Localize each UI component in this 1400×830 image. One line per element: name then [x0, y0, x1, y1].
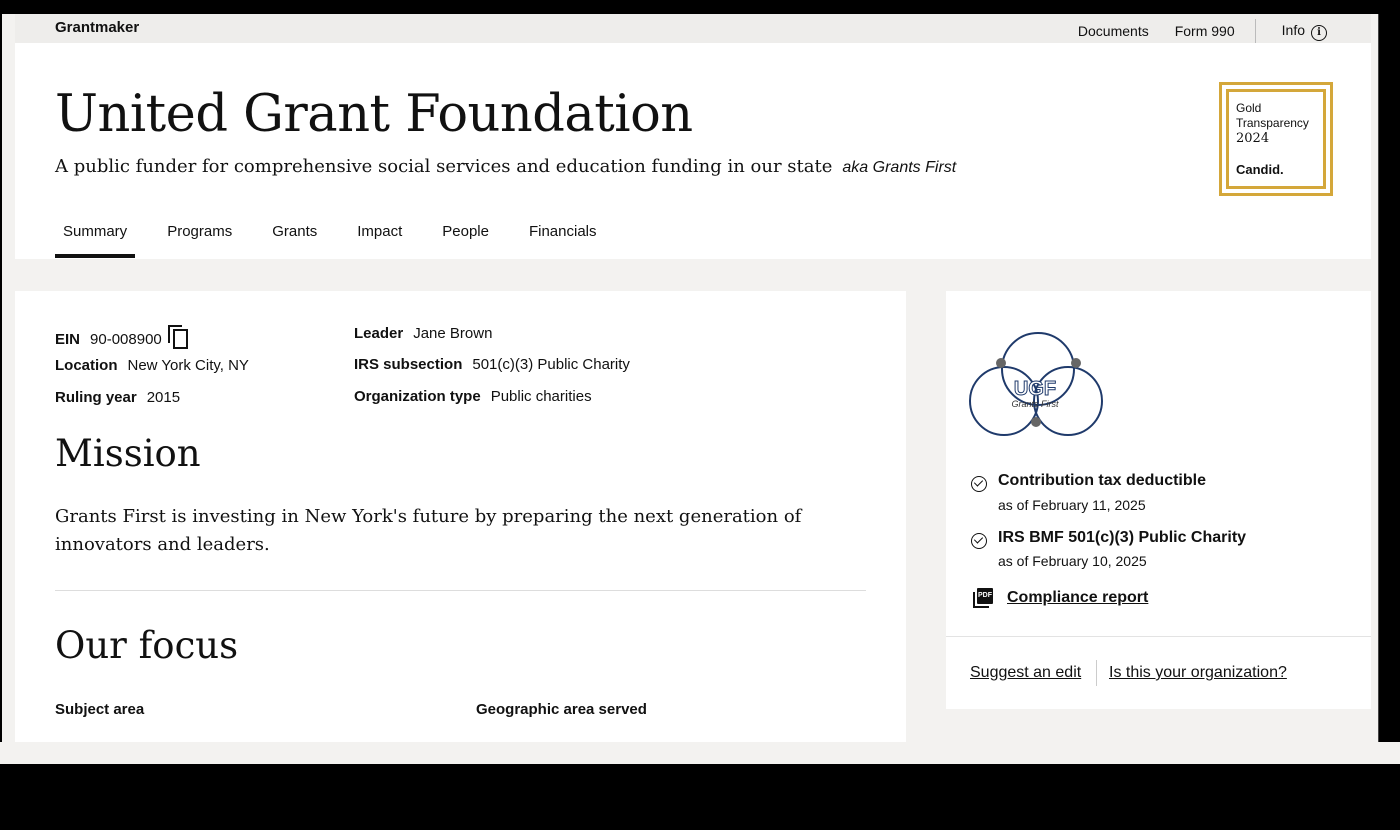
compliance-report-link[interactable]: Compliance report [1007, 589, 1148, 607]
irs-subsection-field: IRS subsection 501(c)(3) Public Charity [354, 356, 630, 373]
page-title: United Grant Foundation [55, 85, 693, 144]
leader-field: Leader Jane Brown [354, 325, 492, 342]
viewport-bottom-strip [0, 742, 1400, 764]
status-card: UGF Grants First Contribution tax deduct… [946, 291, 1371, 709]
organization-type-field: Organization type Public charities [354, 388, 592, 405]
location-label: Location [55, 357, 118, 374]
top-bar: Grantmaker Documents Form 990 Info i [15, 14, 1371, 43]
tab-financials[interactable]: Financials [521, 223, 605, 258]
ein-field: EIN 90-008900 [55, 325, 188, 349]
focus-heading: Our focus [55, 624, 239, 667]
nav-info-label: Info [1281, 21, 1305, 38]
pdf-icon: PDF [973, 588, 993, 608]
geographic-area-label: Geographic area served [476, 701, 647, 718]
irs-bmf-title: IRS BMF 501(c)(3) Public Charity [998, 529, 1247, 546]
ruling-year-label: Ruling year [55, 389, 137, 406]
seal-year: 2024 [1236, 131, 1270, 146]
tab-programs[interactable]: Programs [159, 223, 240, 258]
info-icon: i [1311, 24, 1327, 41]
org-tagline: A public funder for comprehensive social… [55, 156, 956, 177]
seal-line2: Transparency [1236, 116, 1309, 130]
ein-value: 90-008900 [90, 331, 162, 348]
tab-impact[interactable]: Impact [349, 223, 410, 258]
location-field: Location New York City, NY [55, 357, 249, 374]
tab-grants[interactable]: Grants [264, 223, 325, 258]
section-divider [55, 590, 866, 591]
ein-label: EIN [55, 331, 81, 348]
tagline-text: A public funder for comprehensive social… [55, 156, 833, 177]
subject-area-label: Subject area [55, 701, 145, 718]
nav-divider [1254, 19, 1256, 43]
organization-type-value: Public charities [490, 388, 592, 405]
location-value: New York City, NY [127, 357, 249, 374]
profile-tabs: Summary Programs Grants Impact People Fi… [55, 223, 629, 258]
seal-line1: Gold [1236, 101, 1262, 115]
tab-people[interactable]: People [434, 223, 497, 258]
check-circle-icon [971, 533, 987, 549]
tax-deductible-title: Contribution tax deductible [998, 472, 1206, 489]
irs-subsection-label: IRS subsection [354, 356, 463, 373]
transparency-seal[interactable]: Gold Transparency 2024 Candid. [1219, 82, 1333, 196]
irs-subsection-value: 501(c)(3) Public Charity [472, 356, 630, 373]
ruling-year-field: Ruling year 2015 [55, 389, 180, 406]
summary-card: EIN 90-008900 Location New York City, NY R… [15, 291, 906, 742]
footer-link-divider [1096, 660, 1097, 686]
card-divider [946, 636, 1371, 637]
browser-viewport: Grantmaker Documents Form 990 Info i Unit… [2, 14, 1379, 743]
check-circle-icon [971, 476, 987, 492]
mission-text: Grants First is investing in New York's … [55, 506, 802, 555]
profile-header: United Grant Foundation A public funder … [15, 43, 1371, 259]
organization-type-label: Organization type [354, 388, 481, 405]
top-nav: Documents Form 990 Info i [1052, 19, 1327, 43]
nav-documents[interactable]: Documents [1078, 23, 1149, 39]
logo-initials: UGF [1014, 378, 1056, 400]
org-logo: UGF Grants First [969, 332, 1103, 436]
brand-name[interactable]: Grantmaker [55, 19, 139, 36]
tax-deductible-date: as of February 11, 2025 [998, 497, 1146, 513]
suggest-edit-link[interactable]: Suggest an edit [970, 664, 1081, 682]
mission-heading: Mission [55, 432, 201, 475]
seal-label: Gold Transparency [1236, 101, 1309, 131]
claim-organization-link[interactable]: Is this your organization? [1109, 664, 1287, 682]
logo-subtitle: Grants First [1011, 399, 1059, 409]
nav-info[interactable]: Info i [1282, 22, 1327, 41]
aka-name: aka Grants First [842, 159, 957, 176]
leader-label: Leader [354, 325, 404, 342]
irs-bmf-date: as of February 10, 2025 [998, 553, 1147, 569]
nav-form-990[interactable]: Form 990 [1175, 23, 1235, 39]
copy-icon[interactable] [167, 325, 188, 349]
ruling-year-value: 2015 [146, 389, 181, 406]
tab-summary[interactable]: Summary [55, 223, 136, 258]
seal-brand: Candid. [1236, 162, 1284, 177]
leader-value: Jane Brown [413, 325, 493, 342]
